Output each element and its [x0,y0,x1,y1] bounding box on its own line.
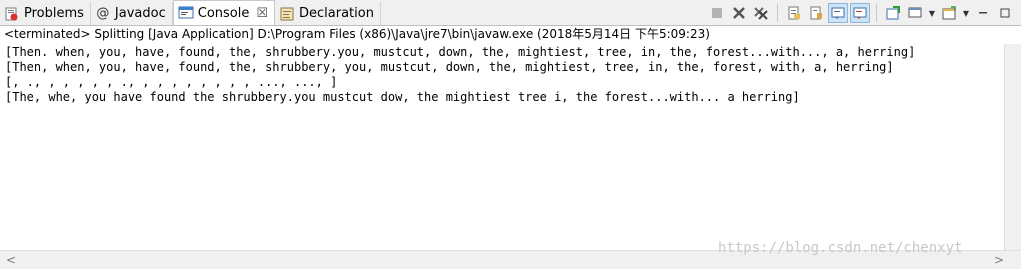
console-line: [The, whe, you have found the shrubbery.… [5,90,800,104]
problems-icon [4,6,20,22]
tab-console-label: Console [197,5,250,21]
javadoc-at-icon: @ [96,6,110,21]
console-line: [Then, when, you, have, found, the, shru… [5,60,894,74]
tab-declaration[interactable]: Declaration [275,2,381,25]
remove-all-terminated-icon[interactable] [751,3,771,23]
console-output[interactable]: [Then. when, you, have, found, the, shru… [0,44,1004,250]
chevron-down-icon[interactable]: ▼ [961,9,971,18]
scroll-lock-icon[interactable] [806,3,826,23]
toolbar-separator [876,4,877,22]
console-toolbar: ▼ ▼ [707,3,1015,23]
terminate-icon[interactable] [707,3,727,23]
tab-problems[interactable]: Problems [0,2,91,25]
chevron-down-icon[interactable]: ▼ [927,9,937,18]
display-selected-console-icon[interactable] [905,3,925,23]
show-on-output-icon[interactable] [828,3,848,23]
tab-console[interactable]: Console ☒ [172,0,276,25]
maximize-icon[interactable] [995,3,1015,23]
toolbar-separator [777,4,778,22]
console-line: [, ., , , , , , ., , , , , , , , , ..., … [5,75,338,89]
vertical-scrollbar[interactable] [1004,44,1021,250]
view-tab-bar: Problems @ Javadoc Console ☒ Declaration [0,0,1021,26]
close-icon[interactable]: ☒ [256,6,268,21]
minimize-icon[interactable] [973,3,993,23]
console-status-line: <terminated> Splitting [Java Application… [0,26,1021,43]
console-line: [Then. when, you, have, found, the, shru… [5,45,916,59]
declaration-icon [279,6,295,22]
remove-launch-icon[interactable] [729,3,749,23]
tab-declaration-label: Declaration [299,6,374,21]
console-icon [178,5,194,21]
pin-console-icon[interactable] [883,3,903,23]
tab-problems-label: Problems [24,6,84,21]
scroll-right-icon[interactable]: > [994,253,1004,267]
show-on-error-icon[interactable] [850,3,870,23]
watermark: https://blog.csdn.net/chenxyt [718,240,963,256]
scroll-left-icon[interactable]: < [6,253,16,267]
tab-javadoc-label: Javadoc [114,6,166,21]
clear-console-icon[interactable] [784,3,804,23]
tab-javadoc[interactable]: @ Javadoc [91,2,173,25]
open-console-icon[interactable] [939,3,959,23]
